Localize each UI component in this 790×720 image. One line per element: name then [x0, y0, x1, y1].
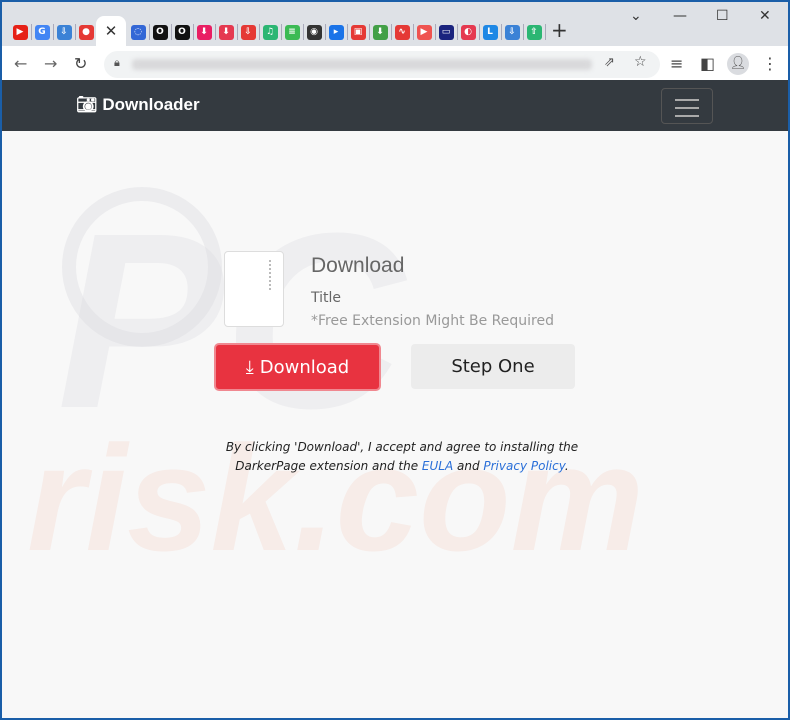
youtube-icon: ▶ [12, 24, 28, 40]
download-heading: Download [311, 254, 405, 277]
google-icon: G [34, 24, 50, 40]
tab[interactable]: ⬇ [370, 22, 390, 42]
profile-avatar[interactable]: 👤︎ [727, 53, 749, 75]
site-navbar: 📷︎ Downloader [2, 80, 788, 131]
legal-text: By clicking 'Download', I accept and agr… [192, 438, 612, 476]
tab[interactable]: ≡ [282, 22, 302, 42]
tab[interactable]: ▶ [10, 22, 30, 42]
lock-icon: 🔒︎ [114, 56, 120, 69]
menu-icon[interactable]: ⋮ [762, 54, 778, 73]
legal-end: . [564, 459, 569, 473]
tab[interactable]: ◉ [304, 22, 324, 42]
cloud-download-icon: ⇩ [240, 24, 256, 40]
play-icon: ▶ [416, 24, 432, 40]
download-icon: ⬇ [218, 24, 234, 40]
maximize-button[interactable]: ☐ [716, 8, 729, 24]
minimize-button[interactable]: — [673, 8, 687, 24]
magnifier-watermark-icon [62, 187, 222, 347]
tab[interactable]: ▸ [326, 22, 346, 42]
tab[interactable]: L [480, 22, 500, 42]
download-icon: ⬇ [372, 24, 388, 40]
tab[interactable]: ∿ [392, 22, 412, 42]
zip-file-icon [224, 251, 284, 327]
record-icon: ◐ [460, 24, 476, 40]
video-icon: ▣ [350, 24, 366, 40]
opera-icon: O [174, 24, 190, 40]
download-button[interactable]: ⤓ Download [214, 343, 381, 391]
cloud-upload-icon: ⇧ [526, 24, 542, 40]
active-tab[interactable]: ✕ [96, 16, 126, 46]
privacy-policy-link[interactable]: Privacy Policy [483, 459, 565, 473]
tab[interactable]: ⇩ [238, 22, 258, 42]
tab[interactable]: ▭ [436, 22, 456, 42]
tab[interactable]: ⇩ [502, 22, 522, 42]
tv-icon: ▭ [438, 24, 454, 40]
speaker-icon: ◉ [306, 24, 322, 40]
tab-search-icon[interactable]: ⌄ [630, 8, 642, 24]
eula-link[interactable]: EULA [422, 459, 453, 473]
address-input[interactable]: 🔒︎ ⇗ ☆ [104, 51, 660, 78]
tab-strip: + ⌄ — ☐ ✕ ▶ G ⇩ ● ✕ ◌ O O ⬇ ⬇ ⇩ ♫ ≡ ◉ ▸ ▣ ⬇ ∿ ▶ ▭ ◐ L ⇩ ⇧ [2, 2, 788, 46]
camera-icon: 📷︎ [76, 95, 98, 114]
blurred-url [132, 59, 592, 70]
tab[interactable]: ● [76, 22, 96, 42]
browser-window: + ⌄ — ☐ ✕ ▶ G ⇩ ● ✕ ◌ O O ⬇ ⬇ ⇩ ♫ ≡ ◉ ▸ ▣ ⬇ ∿ ▶ ▭ ◐ L ⇩ ⇧ ← → ↻… [2, 2, 788, 718]
tab[interactable]: O [150, 22, 170, 42]
tab[interactable]: ⬇ [194, 22, 214, 42]
close-window-button[interactable]: ✕ [759, 8, 771, 24]
address-bar-row: ← → ↻ 🔒︎ ⇗ ☆ ≡ ◧ 👤︎ ⋮ [2, 46, 788, 82]
star-icon[interactable]: ☆ [634, 54, 647, 70]
tab[interactable]: ▣ [348, 22, 368, 42]
forward-icon[interactable]: → [44, 54, 57, 73]
navbar-toggler-button[interactable] [661, 88, 713, 124]
download-icon: ⤓ [245, 356, 254, 378]
back-icon[interactable]: ← [14, 54, 27, 73]
reload-icon[interactable]: ↻ [74, 54, 87, 73]
tab[interactable]: ⇧ [524, 22, 544, 42]
audio-wave-icon: ∿ [394, 24, 410, 40]
letter-l-icon: L [482, 24, 498, 40]
media-control-icon[interactable]: ≡ [670, 54, 683, 73]
tab[interactable]: O [172, 22, 192, 42]
loading-icon: ◌ [130, 24, 146, 40]
tab-separator [545, 24, 546, 40]
share-icon[interactable]: ⇗ [604, 55, 615, 70]
tab[interactable]: G [32, 22, 52, 42]
tab[interactable]: ◌ [128, 22, 148, 42]
tab[interactable]: ⇩ [54, 22, 74, 42]
cloud-download-icon: ⇩ [56, 24, 72, 40]
close-icon[interactable]: ✕ [105, 22, 118, 40]
cloud-download-icon: ⇩ [504, 24, 520, 40]
tab[interactable]: ⬇ [216, 22, 236, 42]
list-icon: ≡ [284, 24, 300, 40]
download-icon: ⬇ [196, 24, 212, 40]
legal-and: and [453, 459, 484, 473]
opera-icon: O [152, 24, 168, 40]
download-button-label: Download [259, 356, 350, 378]
brand-link[interactable]: 📷︎ Downloader [76, 95, 200, 115]
tab[interactable]: ♫ [260, 22, 280, 42]
extension-note: *Free Extension Might Be Required [311, 313, 554, 329]
red-chat-icon: ● [78, 24, 94, 40]
music-icon: ♫ [262, 24, 278, 40]
play-icon: ▸ [328, 24, 344, 40]
step-one-button[interactable]: Step One [411, 344, 575, 389]
side-panel-icon[interactable]: ◧ [700, 54, 715, 73]
new-tab-button[interactable]: + [551, 18, 568, 42]
tab[interactable]: ▶ [414, 22, 434, 42]
brand-text: Downloader [102, 95, 200, 114]
tab[interactable]: ◐ [458, 22, 478, 42]
file-title: Title [311, 290, 342, 306]
